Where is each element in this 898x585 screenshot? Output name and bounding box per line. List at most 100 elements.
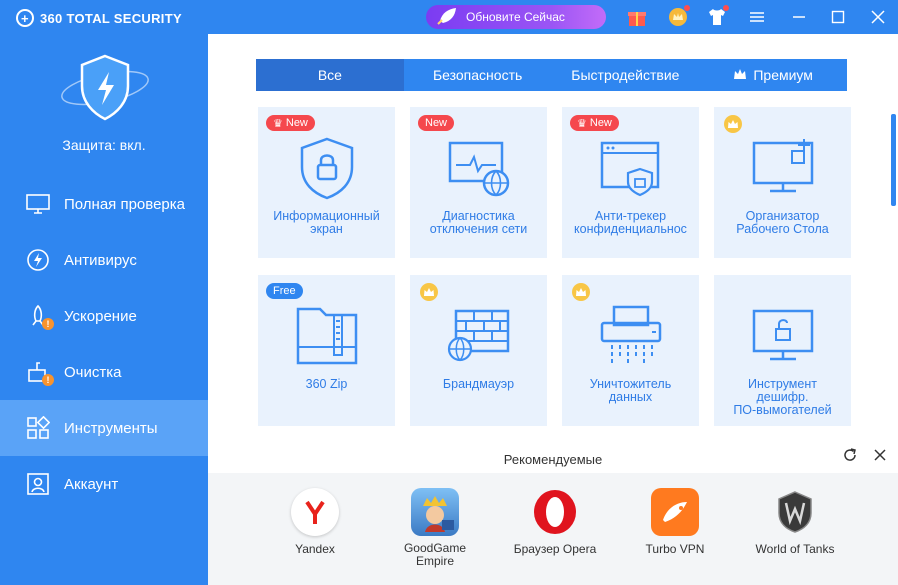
tool-desktop-organizer[interactable]: Организатор Рабочего Стола — [714, 107, 851, 258]
new-badge: New — [418, 115, 455, 131]
recommended-title: Рекомендуемые — [503, 452, 603, 467]
app-label: World of Tanks — [755, 542, 835, 556]
tab-label: Все — [317, 67, 342, 83]
sidebar-item-full-scan[interactable]: Полная проверка — [0, 176, 208, 232]
monitor-icon — [26, 192, 50, 216]
tool-label: Анти-трекер конфиденциальнос — [574, 209, 687, 236]
sidebar-nav: Полная проверка Антивирус ! Ускорение ! … — [0, 176, 208, 512]
badge-label: New — [589, 117, 612, 129]
app-label: GoodGame Empire — [403, 541, 467, 568]
tool-anti-tracker[interactable]: ♛ New Анти-трекер конфиденциальнос — [562, 107, 699, 258]
sidebar-item-tools[interactable]: Инструменты — [0, 400, 208, 456]
tool-file-shredder[interactable]: Уничтожитель данных — [562, 275, 699, 426]
sidebar-item-label: Инструменты — [64, 419, 158, 437]
sidebar-item-label: Антивирус — [64, 251, 137, 269]
rocket-icon — [436, 7, 458, 28]
tab-label: Премиум — [753, 67, 813, 83]
firewall-brick-icon — [444, 303, 514, 369]
shredder-icon — [596, 303, 666, 369]
app-world-of-tanks[interactable]: World of Tanks — [750, 488, 840, 556]
antivirus-bolt-icon — [26, 248, 50, 272]
desktop-organizer-icon — [748, 135, 818, 201]
sidebar-item-account[interactable]: Аккаунт — [0, 456, 208, 512]
crown-icon: ♛ — [273, 117, 283, 130]
coin-crown-icon[interactable] — [668, 5, 690, 27]
tool-label: Брандмауэр — [442, 377, 515, 391]
app-goodgame-empire[interactable]: GoodGame Empire — [390, 488, 480, 568]
broom-icon: ! — [26, 360, 54, 386]
tab-premium[interactable]: Премиум — [699, 59, 847, 91]
tools-panel: Все Безопасность Быстродействие Премиум … — [208, 34, 898, 585]
badge-label: Free — [273, 285, 296, 297]
tab-label: Безопасность — [432, 67, 523, 83]
tool-info-screen[interactable]: ♛ New Информационный экран — [258, 107, 395, 258]
warning-badge: ! — [42, 318, 54, 330]
badge-label: New — [425, 117, 448, 129]
rocket-icon: ! — [26, 304, 54, 330]
tool-firewall[interactable]: Брандмауэр — [410, 275, 547, 426]
world-of-tanks-icon — [771, 488, 819, 536]
scrollbar-thumb[interactable] — [891, 114, 896, 206]
app-yandex[interactable]: Yandex — [270, 488, 360, 556]
close-icon[interactable] — [872, 447, 888, 468]
sidebar-item-cleanup[interactable]: ! Очистка — [0, 344, 208, 400]
app-opera[interactable]: Браузер Opera — [510, 488, 600, 556]
tool-label: Уничтожитель данных — [589, 377, 672, 404]
tool-label: Инструмент дешифр. ПО-вымогателей — [733, 377, 832, 417]
tab-performance[interactable]: Быстродействие — [552, 59, 700, 91]
app-turbo-vpn[interactable]: Turbo VPN — [630, 488, 720, 556]
tools-grid-icon — [26, 415, 51, 440]
browser-lock-icon — [596, 135, 666, 201]
goodgame-empire-icon — [411, 488, 459, 536]
tool-360-zip[interactable]: Free 360 Zip — [258, 275, 395, 426]
tab-label: Быстродействие — [571, 67, 680, 83]
tool-label: Диагностика отключения сети — [429, 209, 528, 236]
zip-folder-icon — [292, 303, 362, 369]
upgrade-label: Обновите Сейчас — [466, 10, 565, 24]
new-badge: ♛ New — [570, 115, 619, 131]
gift-icon[interactable] — [627, 7, 647, 27]
upgrade-button[interactable]: Обновите Сейчас — [426, 5, 606, 29]
crown-icon — [733, 67, 747, 83]
tool-label: 360 Zip — [305, 377, 348, 391]
premium-crown-icon — [572, 283, 590, 301]
badge-label: New — [285, 117, 308, 129]
premium-crown-icon — [420, 283, 438, 301]
sidebar-item-label: Очистка — [64, 363, 122, 381]
sidebar-item-label: Ускорение — [64, 307, 137, 325]
tshirt-skin-icon[interactable] — [707, 5, 729, 27]
tool-ransomware-decryptor[interactable]: Инструмент дешифр. ПО-вымогателей — [714, 275, 851, 426]
app-logo: + 360 TOTAL SECURITY — [16, 8, 182, 28]
network-monitor-icon — [444, 135, 514, 201]
tool-network-diagnostics[interactable]: New Диагностика отключения сети — [410, 107, 547, 258]
refresh-icon[interactable] — [842, 447, 858, 468]
close-icon[interactable] — [867, 6, 889, 28]
new-badge: ♛ New — [266, 115, 315, 131]
opera-icon — [531, 488, 579, 536]
turbo-vpn-icon — [651, 488, 699, 536]
yandex-icon — [291, 488, 339, 536]
sidebar-item-antivirus[interactable]: Антивирус — [0, 232, 208, 288]
plus-logo-icon: + — [16, 9, 34, 27]
category-tabs: Все Безопасность Быстродействие Премиум — [256, 59, 847, 91]
sidebar-item-speedup[interactable]: ! Ускорение — [0, 288, 208, 344]
sidebar-item-label: Полная проверка — [64, 195, 185, 213]
notification-dot — [723, 5, 729, 11]
tab-all[interactable]: Все — [256, 59, 404, 91]
premium-crown-icon — [724, 115, 742, 133]
maximize-icon[interactable] — [827, 6, 849, 28]
app-label: Yandex — [295, 542, 335, 556]
shield-lock-icon — [292, 135, 362, 201]
app-title: 360 TOTAL SECURITY — [40, 10, 182, 26]
recommended-actions — [842, 447, 888, 468]
app-label: Браузер Opera — [513, 542, 597, 556]
notification-dot — [684, 5, 690, 11]
free-badge: Free — [266, 283, 303, 299]
menu-icon[interactable] — [746, 6, 768, 28]
minimize-icon[interactable] — [788, 6, 810, 28]
recommended-apps: Yandex GoodGame Empire Браузер Opera Tur… — [208, 473, 898, 585]
monitor-unlock-icon — [748, 303, 818, 369]
tab-security[interactable]: Безопасность — [404, 59, 552, 91]
shield-status-icon — [58, 52, 152, 124]
account-icon — [26, 472, 50, 496]
